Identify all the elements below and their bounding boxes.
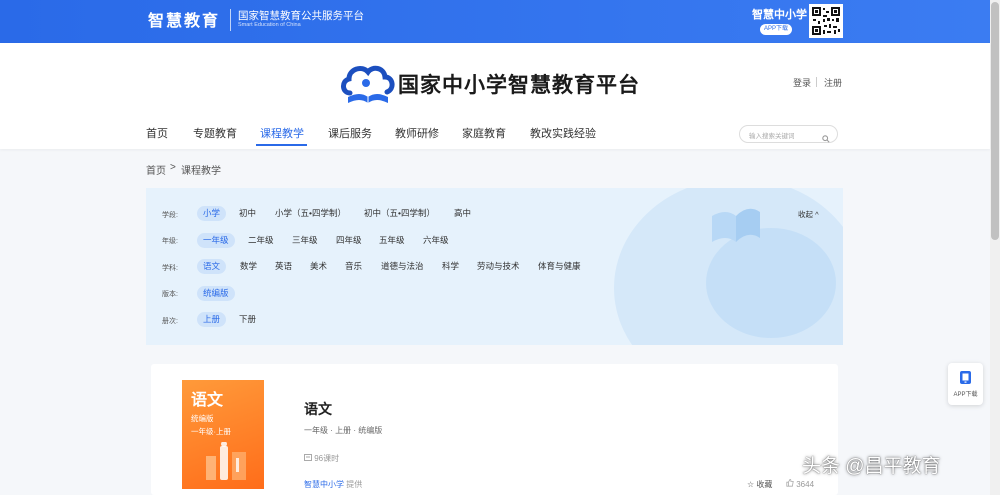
filter-option-pe-health[interactable]: 体育与健康: [532, 259, 587, 274]
nav-after-school[interactable]: 课后服务: [328, 125, 372, 141]
filter-option-primary[interactable]: 小学: [197, 206, 227, 221]
provider-suffix: 提供: [346, 480, 363, 489]
cover-illustration-icon: [202, 441, 252, 487]
filter-option-senior[interactable]: 高中: [448, 206, 477, 221]
thumbs-up-icon: [786, 478, 796, 489]
nav-reform-practice[interactable]: 教改实践经验: [530, 125, 596, 141]
filter-label-edition: 版本:: [162, 291, 178, 298]
lesson-count: 96课时: [314, 454, 340, 463]
site-header: 国家中小学智慧教育平台 登录 注册 首页 专题教育 课程教学 课后服务 教师研修…: [0, 43, 990, 149]
auth-divider: [816, 77, 817, 87]
like-count[interactable]: 3644: [786, 478, 815, 489]
nav-home[interactable]: 首页: [146, 125, 168, 141]
chevron-up-icon: ^: [815, 210, 819, 219]
like-count-value: 3644: [796, 480, 815, 489]
search-placeholder: 输入搜索关键词: [749, 133, 795, 140]
filter-panel: 收起 ^ 学段: 小学 初中 小学（五•四学制） 初中（五•四学制） 高中 年级…: [146, 188, 843, 345]
provider-name[interactable]: 智慧中小学: [304, 480, 344, 489]
cover-grade: 一年级·上册: [191, 427, 231, 436]
nav-family-education[interactable]: 家庭教育: [462, 125, 506, 141]
filter-option-grade-3[interactable]: 三年级: [286, 233, 324, 248]
filter-option-science[interactable]: 科学: [436, 259, 465, 274]
lesson-icon: [304, 454, 314, 463]
filter-option-junior[interactable]: 初中: [233, 206, 262, 221]
favorite-button[interactable]: ☆ 收藏: [747, 479, 772, 490]
course-lessons: 96课时: [304, 453, 339, 464]
filter-option-volume-2[interactable]: 下册: [233, 312, 262, 327]
filter-label-subject: 学科:: [162, 265, 178, 272]
breadcrumb-home[interactable]: 首页: [146, 162, 166, 177]
filter-option-primary-54[interactable]: 小学（五•四学制）: [269, 206, 352, 221]
cover-title: 语文: [191, 390, 224, 409]
breadcrumb-current: 课程教学: [181, 166, 221, 177]
brand-divider: [230, 9, 231, 31]
filter-option-grade-5[interactable]: 五年级: [373, 233, 411, 248]
login-link[interactable]: 登录: [793, 76, 811, 89]
breadcrumb-separator: >: [170, 162, 176, 173]
nav-teacher-training[interactable]: 教师研修: [395, 125, 439, 141]
nav-special-education[interactable]: 专题教育: [193, 125, 237, 141]
star-icon: ☆: [747, 480, 755, 489]
collapse-toggle[interactable]: 收起 ^: [798, 209, 819, 220]
top-bar: 智慧教育 国家智慧教育公共服务平台 Smart Education of Chi…: [0, 0, 990, 43]
filter-option-grade-6[interactable]: 六年级: [417, 233, 455, 248]
nav-course-teaching[interactable]: 课程教学: [260, 125, 304, 141]
scrollbar-thumb[interactable]: [991, 2, 999, 240]
register-link[interactable]: 注册: [824, 76, 842, 89]
course-card[interactable]: 语文 统编版 一年级·上册 语文 一年级 · 上册 · 统编版 96课时 智慧中…: [151, 364, 838, 495]
favorite-label: 收藏: [756, 480, 773, 489]
app-download-badge[interactable]: APP下载: [760, 24, 793, 35]
filter-option-volume-1[interactable]: 上册: [197, 312, 227, 327]
site-logo-text[interactable]: 国家中小学智慧教育平台: [398, 69, 640, 99]
platform-name: 国家智慧教育公共服务平台: [238, 10, 364, 22]
nav-active-indicator: [256, 144, 307, 146]
floating-app-label: APP下载: [953, 392, 978, 398]
course-provider: 智慧中小学 提供: [304, 479, 362, 490]
filter-option-grade-4[interactable]: 四年级: [330, 233, 368, 248]
scrollbar[interactable]: [990, 0, 1000, 495]
cloud-book-logo-icon[interactable]: [340, 63, 396, 112]
filter-label-volume: 册次:: [162, 318, 178, 325]
filter-option-chinese[interactable]: 语文: [197, 259, 227, 274]
collapse-label: 收起: [798, 210, 813, 219]
filter-option-tongbian[interactable]: 统编版: [197, 286, 235, 301]
filter-option-grade-1[interactable]: 一年级: [197, 233, 235, 248]
filter-option-art[interactable]: 美术: [304, 259, 333, 274]
qr-code-icon: [809, 4, 843, 38]
filter-option-grade-2[interactable]: 二年级: [242, 233, 280, 248]
course-title[interactable]: 语文: [304, 399, 332, 419]
watermark: 头条 @昌平教育: [802, 456, 941, 477]
cover-edition: 统编版: [191, 414, 214, 423]
search-icon[interactable]: [822, 130, 830, 148]
filter-option-music[interactable]: 音乐: [339, 259, 368, 274]
filter-option-morality-law[interactable]: 道德与法治: [375, 259, 430, 274]
filter-option-math[interactable]: 数学: [234, 259, 263, 274]
app-title[interactable]: 智慧中小学: [752, 6, 807, 22]
filter-label-grade: 年级:: [162, 238, 178, 245]
phone-icon: [959, 370, 972, 390]
search-input[interactable]: 输入搜索关键词: [739, 125, 838, 143]
platform-name-en: Smart Education of China: [238, 22, 301, 28]
filter-option-labor-tech[interactable]: 劳动与技术: [471, 259, 526, 274]
filter-option-english[interactable]: 英语: [269, 259, 298, 274]
floating-app-download[interactable]: APP下载: [948, 363, 983, 405]
book-decoration-icon: [706, 198, 766, 253]
filter-label-stage: 学段:: [162, 212, 178, 219]
brand-logo[interactable]: 智慧教育: [148, 7, 220, 31]
filter-option-junior-54[interactable]: 初中（五•四学制）: [358, 206, 441, 221]
course-cover[interactable]: 语文 统编版 一年级·上册: [182, 380, 264, 489]
course-meta: 一年级 · 上册 · 统编版: [304, 426, 383, 435]
